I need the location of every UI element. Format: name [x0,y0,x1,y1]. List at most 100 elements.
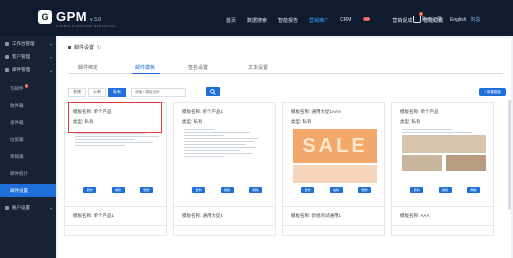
template-name: 模板名称: 单个产品1 [182,109,224,114]
page-title-text: 邮件设置 [74,45,95,51]
sidebar: 工作台管理 ▾ 客户管理 ▾ 邮件管理 ▴ 写邮件 3 收件箱 发件箱 垃圾箱 … [0,36,56,258]
sidebar-sub-trash[interactable]: 垃圾箱 [0,133,56,146]
sidebar-sub-compose[interactable]: 写邮件 3 [0,82,56,95]
sidebar-item-workbench[interactable]: 工作台管理 ▾ [0,38,56,50]
sidebar-sub-label: 垃圾箱 [10,136,24,142]
sidebar-sub-label: 写邮件 [10,85,24,91]
active-tab-indicator [132,73,160,74]
sidebar-sub-drafts[interactable]: 草稿箱 [0,150,56,163]
nav-item-home[interactable]: 首页 [226,17,236,24]
template-preview [75,133,159,217]
product-image [446,155,486,171]
filter-system-button[interactable]: 系统 [68,87,86,97]
purchase-record-link[interactable]: 购买记录 [422,16,442,23]
template-card[interactable]: 模板名称: 通用大促1 [173,206,276,226]
logo-subtitle: GLOBAL PLATFORM MARKETING [56,24,117,28]
sale-banner: SALE [293,129,377,163]
tab-mail-binding[interactable]: 邮件绑定 [78,64,98,71]
filter-row: 系统 公有 私有 [68,87,186,97]
crm-version-badge: 3.0 [363,17,371,21]
chevron-down-icon: ▾ [49,205,52,211]
sidebar-sub-label: 邮件设置 [10,187,28,193]
template-name: 模板名称: 通用大促1AAA [291,109,342,114]
scrollbar[interactable] [508,100,511,210]
template-search-input[interactable] [131,87,186,97]
user-menu[interactable]: 刘总 [470,16,480,23]
refresh-icon[interactable]: ↻ [97,45,101,51]
sidebar-sub-label: 发件箱 [10,119,24,125]
workbench-icon [5,42,9,46]
filter-private-button[interactable]: 私有 [108,87,126,97]
template-card[interactable]: 模板名称: AAA [391,206,494,226]
sidebar-item-label: 客户管理 [12,54,30,59]
sidebar-item-mail[interactable]: 邮件管理 ▴ [0,64,56,76]
search-icon [210,88,216,95]
logo-text: GPM [56,9,88,24]
top-navigation-bar: G GPM v 3.0 GLOBAL PLATFORM MARKETING 首页… [0,0,513,36]
sale-text: SALE [302,134,368,157]
sidebar-item-customers[interactable]: 客户管理 ▾ [0,51,56,63]
new-template-button[interactable]: + 新建模板 [479,88,506,96]
chevron-down-icon: ▾ [49,41,52,47]
sidebar-item-account[interactable]: 账户设置 ▾ [0,202,56,214]
compose-badge: 3 [24,83,29,88]
card-actions: 复制 编辑 删除 [301,187,371,193]
logo-mark: G [38,9,52,24]
delete-button[interactable]: 删除 [140,187,153,193]
delete-button[interactable]: 删除 [358,187,371,193]
page-title: 邮件设置 ↻ [68,44,101,51]
edit-button[interactable]: 编辑 [438,187,452,193]
template-type: 类型: 私有 [291,119,312,124]
card-actions: 复制 编辑 删除 [192,187,262,193]
delete-button[interactable]: 删除 [249,187,262,193]
nav-item-reports[interactable]: 智能报告 [278,17,298,24]
tab-text-settings[interactable]: 文本设置 [248,64,268,71]
copy-button[interactable]: 复制 [83,187,96,193]
template-preview [184,129,268,185]
search-button[interactable] [206,87,220,96]
sidebar-item-label: 邮件管理 [12,67,30,72]
edit-button[interactable]: 编辑 [111,187,125,193]
copy-button[interactable]: 复制 [192,187,205,193]
template-name: 模板名称: 通用大促1 [182,213,224,218]
mail-icon [5,68,9,72]
card-actions: 复制 编辑 删除 [410,187,480,193]
nav-item-crm-label: CRM [340,17,352,23]
sidebar-sub-label: 收件箱 [10,102,24,108]
nav-item-crm[interactable]: CRM 3.0 [340,17,381,24]
delete-button[interactable]: 删除 [467,187,480,193]
chevron-up-icon: ▴ [49,67,52,73]
logo[interactable]: G GPM v 3.0 [38,9,101,24]
tab-bar: 邮件绑定 邮件模板 签名设置 文本设置 [68,60,503,74]
sidebar-sub-stats[interactable]: 邮件统计 [0,167,56,180]
nav-item-conversion[interactable]: 营销促成 [392,17,412,24]
chevron-down-icon: ▾ [49,54,52,60]
sidebar-sub-sent[interactable]: 发件箱 [0,116,56,129]
edit-button[interactable]: 编辑 [329,187,343,193]
nav-item-marketing[interactable]: 营销推广 [309,17,329,24]
template-type: 类型: 私有 [400,119,421,124]
highlight-box [68,102,162,133]
template-name: 模板名称: 新组的试通用1 [291,213,342,218]
template-name: 模板名称: 单个产品 [400,109,439,114]
language-switch[interactable]: English [450,17,466,23]
title-icon [68,46,71,49]
copy-button[interactable]: 复制 [301,187,314,193]
filter-public-button[interactable]: 公有 [88,87,106,97]
edit-button[interactable]: 编辑 [220,187,234,193]
template-card[interactable]: 模板名称: 单个产品1 [64,206,167,226]
cart-icon[interactable]: 2 [413,12,423,23]
version-label: v 3.0 [90,16,101,23]
template-preview: SALE [293,129,377,185]
cart-badge: 2 [419,12,423,16]
sidebar-sub-inbox[interactable]: 收件箱 [0,99,56,112]
tab-mail-templates[interactable]: 邮件模板 [135,64,155,71]
copy-button[interactable]: 复制 [410,187,423,193]
sidebar-sub-mail-settings[interactable]: 邮件设置 [0,184,56,197]
sale-image [293,165,377,183]
nav-item-data-search[interactable]: 数据搜索 [247,17,267,24]
topbar-right: 2 购买记录 English 刘总 [413,12,480,23]
sidebar-sub-label: 草稿箱 [10,153,24,159]
template-card[interactable]: 模板名称: 新组的试通用1 [282,206,385,226]
tab-signature[interactable]: 签名设置 [188,64,208,71]
